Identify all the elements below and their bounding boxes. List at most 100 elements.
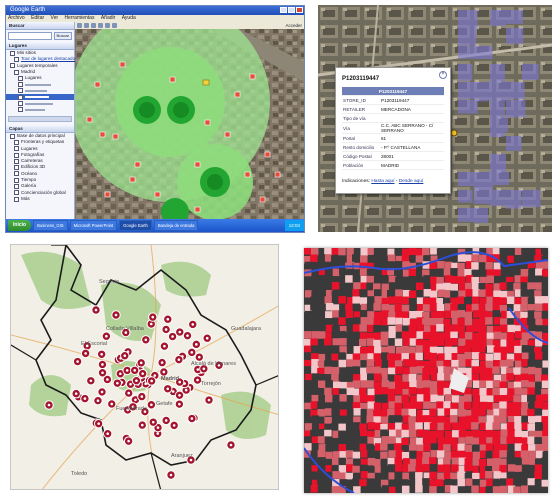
store-marker[interactable] bbox=[204, 119, 211, 126]
store-marker[interactable] bbox=[259, 196, 266, 203]
store-marker[interactable] bbox=[159, 341, 170, 351]
store-marker[interactable] bbox=[234, 91, 241, 98]
toolbar-icon[interactable] bbox=[105, 23, 110, 28]
toolbar-icon[interactable] bbox=[77, 23, 82, 28]
store-marker[interactable] bbox=[94, 81, 101, 88]
toolbar-icon[interactable] bbox=[91, 23, 96, 28]
taskbar-item-active[interactable]: Google Earth bbox=[119, 220, 152, 231]
store-marker[interactable] bbox=[97, 359, 108, 370]
toolbar-icon[interactable] bbox=[98, 23, 103, 28]
search-header[interactable]: Buscar bbox=[6, 22, 74, 30]
store-marker[interactable] bbox=[137, 368, 148, 379]
checkbox[interactable] bbox=[10, 50, 15, 56]
checkbox[interactable] bbox=[14, 139, 19, 145]
layers-header[interactable]: Capas bbox=[6, 124, 74, 133]
store-marker[interactable] bbox=[111, 310, 121, 320]
region-map-svg[interactable]: Segovia Guadalajara Madrid Alcalá de Hen… bbox=[11, 245, 279, 490]
layer-item[interactable]: Concienciación global bbox=[6, 190, 74, 196]
store-marker[interactable] bbox=[80, 393, 90, 404]
checkbox[interactable] bbox=[10, 133, 15, 139]
store-marker[interactable] bbox=[119, 61, 126, 68]
store-marker[interactable] bbox=[107, 399, 117, 409]
store-marker[interactable] bbox=[154, 191, 161, 198]
store-marker[interactable] bbox=[174, 390, 185, 400]
store-marker[interactable] bbox=[264, 151, 271, 158]
earth-map-svg[interactable] bbox=[75, 22, 304, 220]
store-pin[interactable] bbox=[450, 129, 458, 137]
store-marker[interactable] bbox=[93, 418, 104, 429]
store-marker[interactable] bbox=[274, 171, 281, 178]
store-marker[interactable] bbox=[146, 400, 157, 410]
minimize-button[interactable] bbox=[280, 7, 287, 13]
checkbox[interactable] bbox=[18, 75, 23, 81]
store-marker[interactable] bbox=[167, 331, 178, 342]
places-item-placeholder[interactable] bbox=[6, 107, 74, 113]
menu-herramientas[interactable]: Herramientas bbox=[64, 15, 94, 21]
store-marker[interactable] bbox=[134, 161, 141, 168]
menu-anadir[interactable]: Añadir bbox=[101, 15, 115, 21]
checkbox[interactable] bbox=[18, 88, 23, 94]
store-marker[interactable] bbox=[104, 191, 111, 198]
store-marker[interactable] bbox=[161, 324, 171, 335]
store-marker[interactable] bbox=[204, 395, 214, 405]
density-heatmap[interactable] bbox=[304, 248, 548, 493]
search-input[interactable] bbox=[8, 32, 52, 40]
store-marker[interactable] bbox=[163, 384, 173, 394]
store-marker[interactable] bbox=[96, 349, 107, 359]
store-marker[interactable] bbox=[101, 331, 112, 341]
directions-to-link[interactable]: Hasta aquí bbox=[371, 179, 394, 184]
checkbox[interactable] bbox=[14, 177, 19, 183]
directions-from-link[interactable]: Desde aquí bbox=[399, 179, 424, 184]
store-marker[interactable] bbox=[148, 312, 158, 322]
search-button[interactable]: Buscar bbox=[53, 32, 72, 40]
maximize-button[interactable] bbox=[288, 7, 295, 13]
store-marker[interactable] bbox=[136, 358, 146, 368]
checkbox[interactable] bbox=[18, 82, 23, 88]
store-marker[interactable] bbox=[97, 368, 108, 378]
checkbox[interactable] bbox=[14, 146, 19, 152]
store-marker[interactable] bbox=[148, 417, 158, 427]
places-header[interactable]: Lugares bbox=[6, 42, 74, 50]
menu-editar[interactable]: Editar bbox=[31, 15, 44, 21]
store-marker[interactable] bbox=[174, 354, 184, 365]
store-marker[interactable] bbox=[161, 415, 171, 426]
store-marker[interactable] bbox=[194, 206, 201, 213]
store-marker[interactable] bbox=[226, 440, 236, 450]
store-marker[interactable] bbox=[123, 436, 134, 446]
store-marker[interactable] bbox=[166, 470, 176, 480]
store-marker[interactable] bbox=[187, 413, 197, 424]
earth-viewport[interactable]: Acceder bbox=[75, 22, 304, 220]
checkbox[interactable] bbox=[14, 152, 19, 158]
store-marker[interactable] bbox=[137, 391, 147, 402]
close-icon[interactable]: × bbox=[439, 71, 447, 79]
store-marker[interactable] bbox=[112, 133, 119, 140]
checkbox[interactable] bbox=[14, 165, 19, 171]
store-marker[interactable] bbox=[159, 367, 169, 377]
checkbox[interactable] bbox=[14, 158, 19, 164]
start-button[interactable]: Inicio bbox=[8, 220, 32, 231]
store-marker[interactable] bbox=[72, 356, 83, 367]
store-marker[interactable] bbox=[124, 388, 134, 398]
checkbox[interactable] bbox=[14, 69, 19, 75]
store-marker[interactable] bbox=[91, 305, 101, 315]
store-marker[interactable] bbox=[174, 399, 185, 409]
layer-item[interactable]: Fronteras y etiquetas bbox=[6, 139, 74, 145]
store-marker[interactable] bbox=[129, 365, 140, 376]
store-marker[interactable] bbox=[163, 314, 173, 324]
store-marker[interactable] bbox=[194, 161, 201, 168]
store-marker[interactable] bbox=[97, 387, 107, 397]
store-marker[interactable] bbox=[224, 131, 231, 138]
checkbox[interactable] bbox=[14, 183, 19, 189]
taskbar-item[interactable]: Microsoft PowerPoint bbox=[69, 220, 118, 231]
store-marker[interactable] bbox=[182, 330, 193, 341]
store-marker[interactable] bbox=[86, 376, 96, 386]
checkbox[interactable] bbox=[14, 171, 19, 177]
store-marker[interactable] bbox=[187, 347, 197, 358]
checkbox[interactable] bbox=[14, 56, 19, 62]
store-marker[interactable] bbox=[131, 375, 142, 386]
store-marker[interactable] bbox=[102, 429, 113, 439]
taskbar-item[interactable]: Bandeja de entrada bbox=[153, 220, 199, 231]
checkbox[interactable] bbox=[14, 196, 19, 202]
store-marker[interactable] bbox=[169, 76, 176, 83]
selected-store-icon[interactable] bbox=[202, 79, 210, 86]
